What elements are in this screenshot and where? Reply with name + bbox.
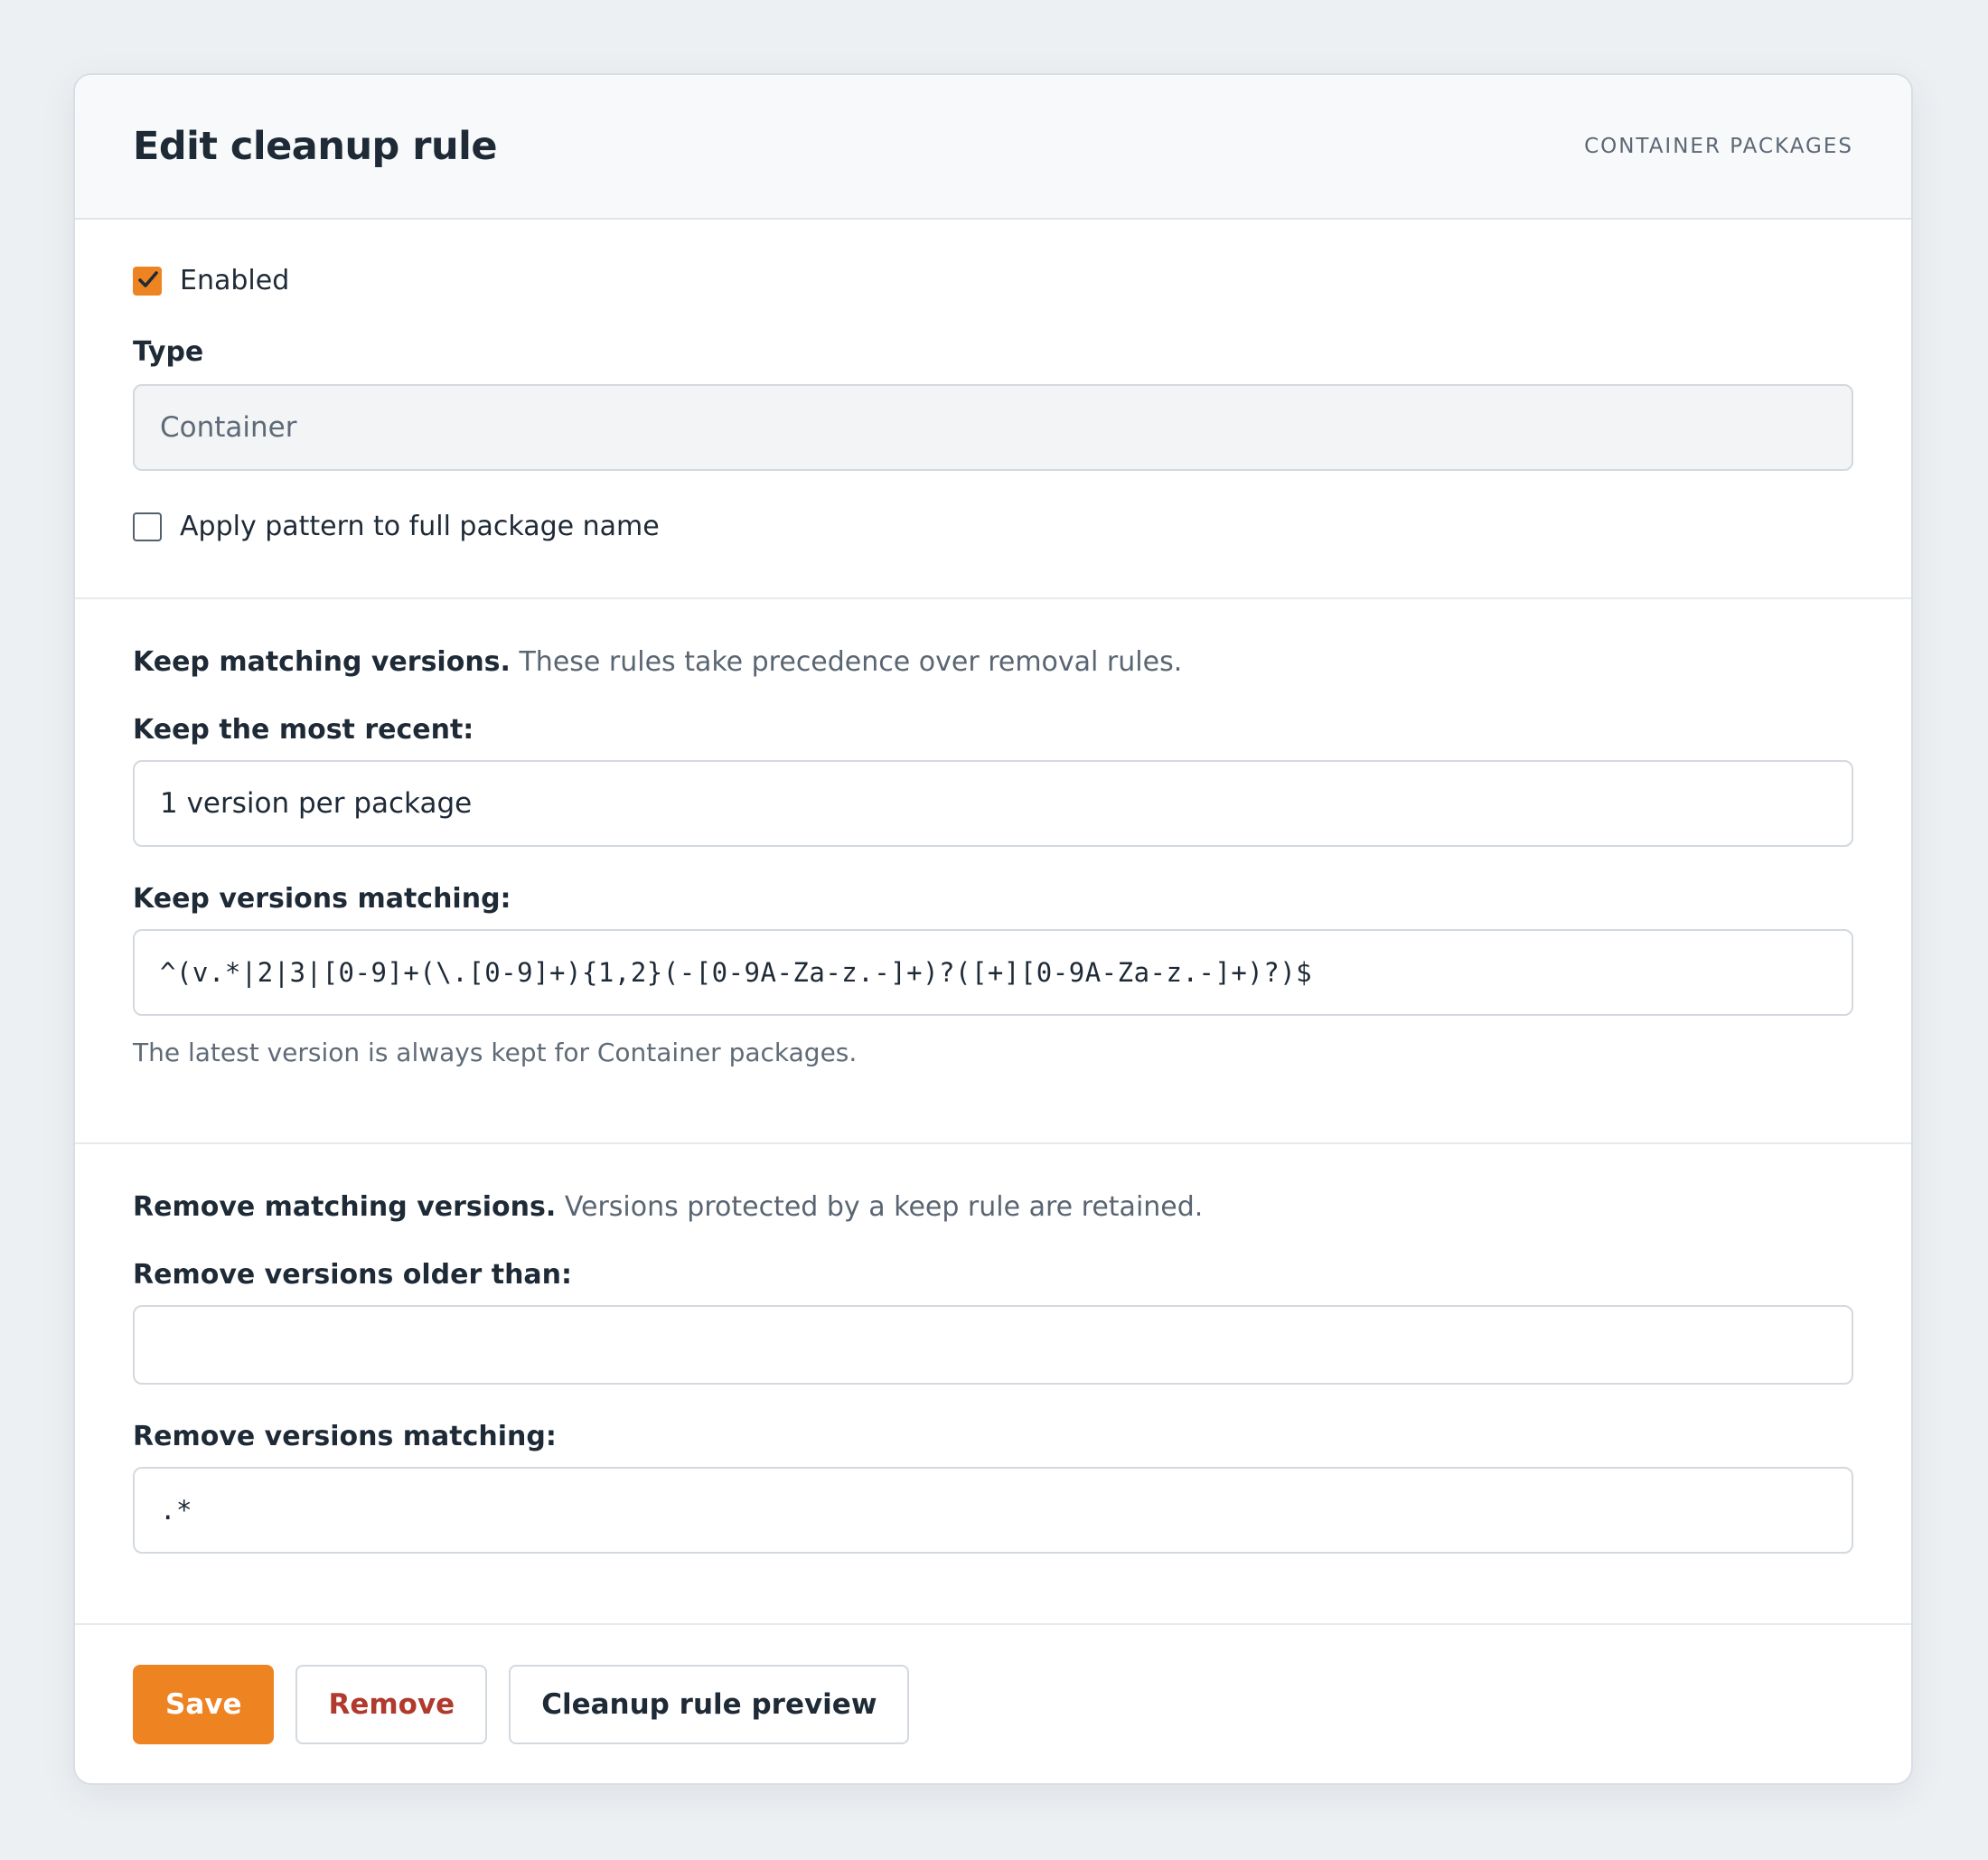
remove-intro-text: Versions protected by a keep rule are re…	[556, 1191, 1204, 1223]
remove-matching-field[interactable]	[133, 1467, 1853, 1554]
keep-intro: Keep matching versions. These rules take…	[133, 599, 1853, 678]
save-button[interactable]: Save	[133, 1665, 275, 1744]
package-type-caption: CONTAINER PACKAGES	[1584, 135, 1853, 158]
keep-section: Keep matching versions. These rules take…	[75, 599, 1911, 1144]
action-bar: Save Remove Cleanup rule preview	[75, 1625, 1911, 1744]
full-name-label: Apply pattern to full package name	[180, 511, 660, 542]
remove-older-field[interactable]	[133, 1305, 1853, 1385]
remove-intro-heading: Remove matching versions.	[133, 1191, 557, 1223]
type-label: Type	[133, 336, 204, 368]
enabled-checkbox[interactable]	[133, 266, 162, 296]
keep-intro-text: These rules take precedence over removal…	[510, 646, 1183, 678]
general-section: Enabled Type Apply pattern to full packa…	[75, 220, 1911, 599]
keep-help-text: The latest version is always kept for Co…	[133, 1038, 858, 1067]
remove-section: Remove matching versions. Versions prote…	[75, 1144, 1911, 1625]
checkmark-icon	[138, 270, 158, 287]
full-name-checkbox-row[interactable]: Apply pattern to full package name	[133, 511, 1853, 542]
cleanup-rule-preview-button[interactable]: Cleanup rule preview	[509, 1665, 910, 1744]
page-title: Edit cleanup rule	[133, 124, 498, 169]
full-name-checkbox[interactable]	[133, 512, 162, 541]
type-field[interactable]	[133, 384, 1853, 471]
enabled-label: Enabled	[180, 265, 290, 296]
keep-most-recent-field[interactable]	[133, 760, 1853, 847]
cleanup-rule-card: Edit cleanup rule CONTAINER PACKAGES Ena…	[73, 73, 1913, 1785]
keep-most-recent-label: Keep the most recent:	[133, 714, 474, 746]
remove-button[interactable]: Remove	[295, 1665, 488, 1744]
keep-matching-label: Keep versions matching:	[133, 883, 511, 915]
remove-older-label: Remove versions older than:	[133, 1259, 573, 1291]
remove-matching-label: Remove versions matching:	[133, 1421, 557, 1452]
enabled-checkbox-row[interactable]: Enabled	[133, 220, 1853, 296]
keep-intro-heading: Keep matching versions.	[133, 646, 511, 678]
keep-matching-field[interactable]	[133, 929, 1853, 1016]
card-header: Edit cleanup rule CONTAINER PACKAGES	[75, 75, 1911, 220]
remove-intro: Remove matching versions. Versions prote…	[133, 1144, 1853, 1223]
